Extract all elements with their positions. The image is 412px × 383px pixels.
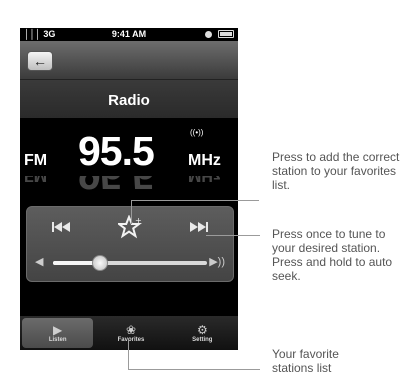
fast-forward-icon	[189, 222, 208, 232]
volume-slider[interactable]	[53, 255, 207, 271]
favorite-callout-line-horizontal	[131, 200, 259, 201]
volume-slider-thumb[interactable]	[92, 255, 109, 271]
favorite-callout-line-vertical	[131, 200, 132, 224]
add-favorite-button[interactable]: +	[112, 214, 148, 240]
frequency-unit: MHz	[188, 152, 221, 169]
phone-screen: │││ 3G 9:41 AM ← Radio FM 95.5 ((•)) MHz…	[20, 28, 238, 350]
volume-high-icon: ▶))	[209, 256, 225, 268]
tab-favorites[interactable]: ❀ Favorites	[95, 316, 166, 350]
svg-text:+: +	[135, 216, 142, 225]
favorites-icon: ❀	[125, 322, 137, 337]
tab-listen-label: Listen	[48, 336, 67, 343]
tab-setting[interactable]: ⚙ Setting	[167, 316, 238, 350]
gear-icon: ⚙	[196, 322, 208, 337]
broadcast-icon: ((•))	[190, 128, 204, 137]
band-label-reflection: FM	[24, 176, 47, 184]
seek-callout-line	[206, 235, 260, 236]
tab-setting-label: Setting	[192, 336, 213, 343]
back-button[interactable]: ←	[27, 51, 53, 71]
frequency-value: 95.5	[78, 128, 155, 174]
back-arrow-icon: ←	[33, 53, 47, 69]
screen-title: Radio	[108, 92, 150, 109]
seek-forward-button[interactable]	[181, 214, 217, 240]
favorites-callout-line-horizontal	[128, 369, 260, 370]
tab-listen[interactable]: ▶ Listen	[22, 318, 94, 348]
frequency-display: FM 95.5 ((•)) MHz FM 95.5 MHz	[20, 118, 238, 204]
seek-annotation: Press once to tune to your desired stati…	[272, 227, 393, 283]
rewind-icon	[52, 222, 71, 232]
status-bar: │││ 3G 9:41 AM	[20, 28, 238, 41]
status-icons	[205, 30, 234, 38]
playback-controls: +	[27, 213, 233, 241]
tab-favorites-label: Favorites	[117, 336, 145, 343]
volume-control: ◀ ▶))	[27, 251, 233, 273]
frequency-value-reflection: 95.5	[78, 176, 154, 198]
volume-low-icon: ◀	[35, 256, 44, 268]
favorites-tab-annotation: Your favorite stations list	[272, 347, 339, 375]
title-area: Radio	[20, 80, 238, 118]
frequency-unit-reflection: MHz	[188, 176, 221, 184]
control-panel: + ◀ ▶))	[26, 206, 234, 282]
seek-back-button[interactable]	[43, 214, 79, 240]
speaker-icon: ▶	[53, 322, 63, 337]
navigation-bar: ←	[20, 41, 238, 80]
favorite-annotation: Press to add the correct station to your…	[272, 150, 400, 192]
tab-bar: ▶ Listen ❀ Favorites ⚙ Setting	[20, 316, 238, 350]
battery-icon	[218, 30, 234, 38]
star-plus-icon: +	[117, 215, 142, 239]
favorites-callout-line-vertical	[128, 340, 129, 369]
band-label: FM	[24, 152, 48, 169]
alarm-icon	[205, 30, 212, 38]
